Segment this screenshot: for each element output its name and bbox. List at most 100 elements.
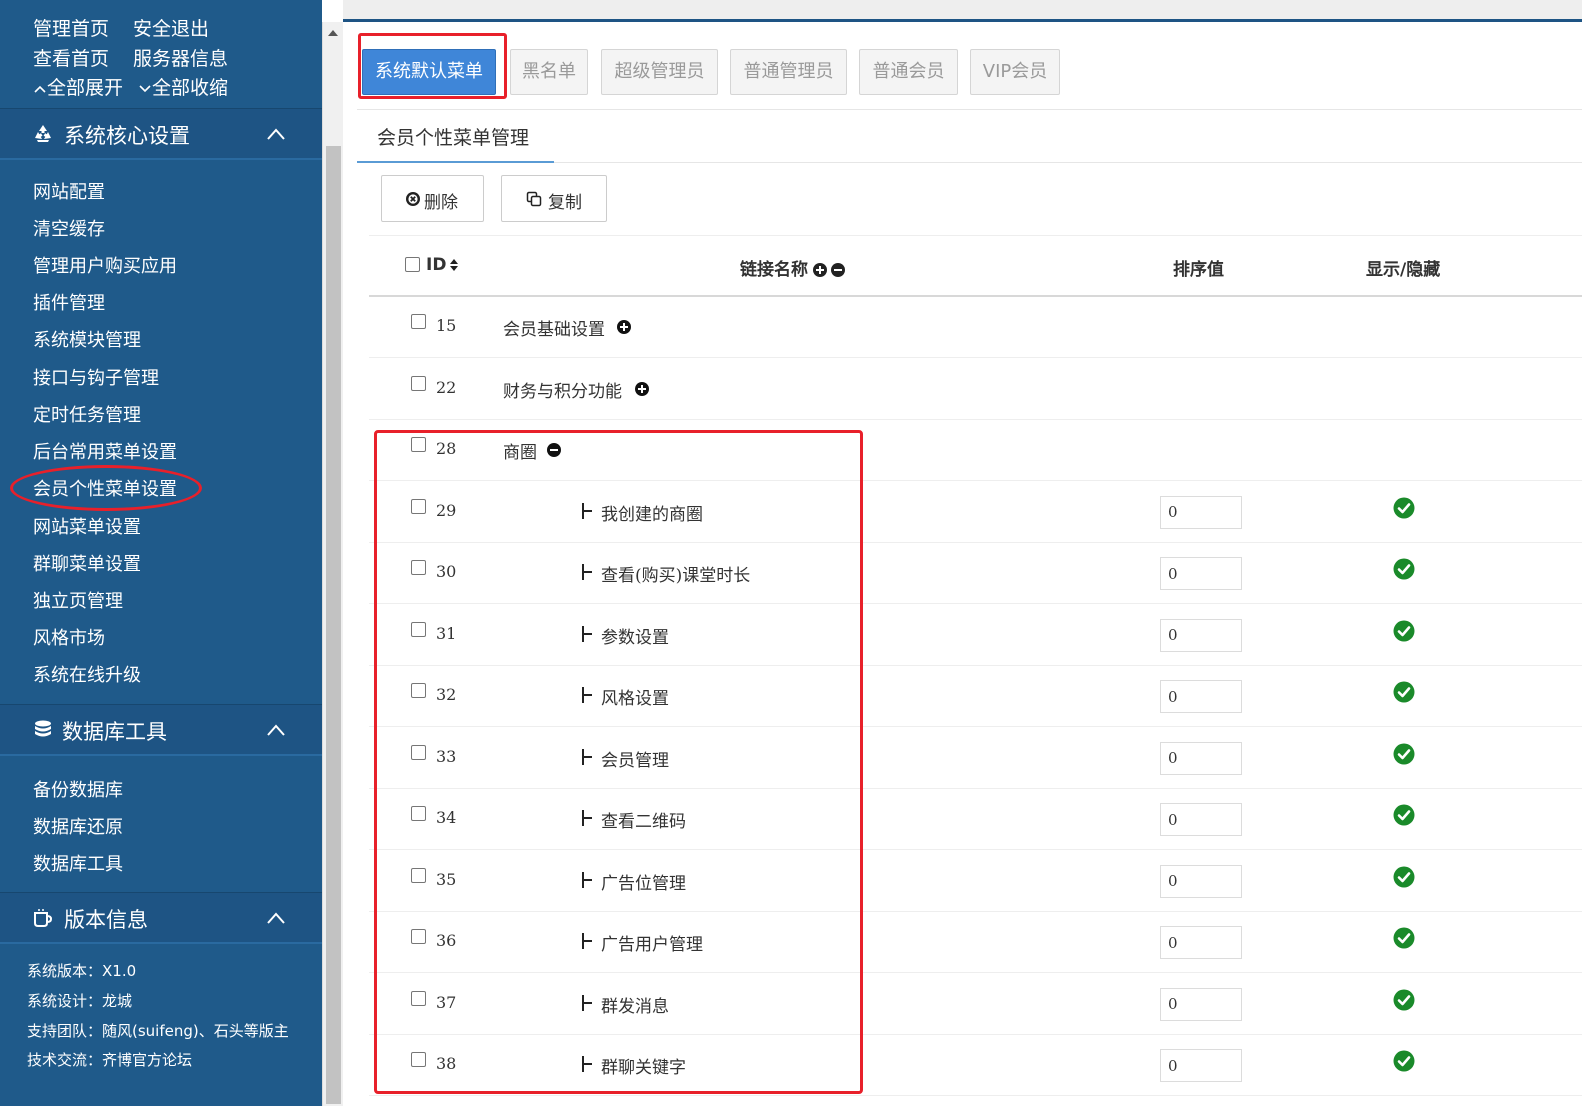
visible-check-icon[interactable] [1393,866,1415,888]
row-link-name: 财务与积分功能 [503,381,622,402]
menu-online-upgrade[interactable]: 系统在线升级 [33,661,141,687]
order-input[interactable] [1160,741,1242,775]
expand-all-link[interactable]: 全部展开 [33,73,123,100]
menu-group-chat-menu[interactable]: 群聊菜单设置 [33,550,141,576]
menu-admin-common-menu[interactable]: 后台常用菜单设置 [33,438,177,464]
app-window: 管理首页 安全退出 查看首页 服务器信息 全部展开 全部收缩 系统核心设置 网站… [0,0,1582,1106]
menu-backup-db[interactable]: 备份数据库 [33,776,123,802]
menu-restore-db[interactable]: 数据库还原 [33,813,123,839]
menu-db-tools[interactable]: 数据库工具 [33,850,123,876]
link-admin-home[interactable]: 管理首页 [33,14,109,41]
database-icon [35,720,51,737]
minus-circle-icon[interactable] [830,262,846,278]
chevron-up-icon[interactable] [266,911,286,925]
column-header-id[interactable]: ID [426,255,459,275]
menu-module-management[interactable]: 系统模块管理 [33,326,141,352]
visible-check-icon[interactable] [1393,558,1415,580]
scroll-thumb[interactable] [326,146,341,1104]
group-annotation [374,430,863,1094]
expand-all-label: 全部展开 [47,77,124,99]
sidebar-top-links: 管理首页 安全退出 查看首页 服务器信息 全部展开 全部收缩 [0,0,322,108]
order-input[interactable] [1160,803,1242,836]
top-strip [343,0,1582,22]
menu-user-purchased-apps[interactable]: 管理用户购买应用 [33,252,177,278]
menu-theme-market[interactable]: 风格市场 [33,624,105,650]
sort-icon[interactable] [449,257,459,273]
copy-button[interactable]: 复制 [501,175,607,222]
link-logout[interactable]: 安全退出 [133,14,209,41]
design-line: 系统设计：龙城 [27,992,133,1010]
table-row: 22 财务与积分功能 [369,359,1582,420]
order-input[interactable] [1160,495,1242,529]
tab-vip-member[interactable]: VIP会员 [970,49,1060,95]
coffee-cup-icon [34,909,53,927]
chevron-up-icon[interactable] [266,723,286,737]
chevron-down-icon [139,84,151,92]
order-input[interactable] [1160,1049,1242,1082]
section-core-settings-header[interactable]: 系统核心设置 [0,108,322,160]
link-server-info[interactable]: 服务器信息 [133,44,228,71]
visible-check-icon[interactable] [1393,804,1415,826]
order-input[interactable] [1160,557,1242,590]
column-header-name: 链接名称 [740,255,846,280]
visible-check-icon[interactable] [1393,497,1415,519]
link-view-home[interactable]: 查看首页 [33,44,109,71]
main-content: 系统默认菜单 黑名单 超级管理员 普通管理员 普通会员 VIP会员 会员个性菜单… [343,25,1582,1106]
collapse-all-label: 全部收缩 [152,77,229,99]
active-tab-annotation [358,33,507,99]
plus-circle-icon[interactable] [616,319,632,335]
scroll-up-arrow-icon[interactable] [328,30,338,36]
section-title: 数据库工具 [62,720,167,744]
order-input[interactable] [1160,618,1242,652]
row-id: 22 [436,377,457,397]
menu-api-hooks[interactable]: 接口与钩子管理 [33,364,159,390]
active-item-annotation [10,465,202,511]
section-database-header[interactable]: 数据库工具 [0,704,322,756]
visible-check-icon[interactable] [1393,743,1415,765]
order-input[interactable] [1160,926,1242,959]
row-checkbox[interactable] [411,314,426,329]
visible-check-icon[interactable] [1393,1050,1415,1072]
column-header-name-label: 链接名称 [740,260,808,280]
tab-normal-member[interactable]: 普通会员 [859,49,958,95]
tab-normal-admin[interactable]: 普通管理员 [730,49,847,95]
recycle-icon [35,125,51,142]
menu-clear-cache[interactable]: 清空缓存 [33,215,105,241]
row-checkbox[interactable] [411,375,426,391]
delete-label: 删除 [424,193,458,213]
plus-circle-icon[interactable] [812,262,828,278]
row-id: 15 [436,316,457,335]
visible-check-icon[interactable] [1393,989,1415,1011]
tab-blacklist[interactable]: 黑名单 [510,49,588,95]
sidebar-scrollbar[interactable] [322,22,343,1106]
divider [357,109,1582,110]
menu-standalone-pages[interactable]: 独立页管理 [33,587,123,613]
order-input[interactable] [1160,987,1242,1021]
version-line: 系统版本：X1.0 [27,962,137,980]
times-circle-icon [406,192,420,206]
row-link-name: 会员基础设置 [503,320,605,340]
order-input[interactable] [1160,680,1242,713]
panel-title-underline [357,161,554,163]
collapse-all-link[interactable]: 全部收缩 [138,73,228,100]
column-header-id-label: ID [426,255,447,275]
menu-plugin-management[interactable]: 插件管理 [33,289,105,315]
menu-site-menu[interactable]: 网站菜单设置 [33,513,141,539]
visible-check-icon[interactable] [1393,620,1415,642]
visible-check-icon[interactable] [1393,681,1415,703]
delete-button[interactable]: 删除 [381,175,484,222]
column-header-order: 排序值 [1173,260,1224,280]
select-all-checkbox[interactable] [405,257,420,272]
tab-super-admin[interactable]: 超级管理员 [601,49,718,95]
order-input[interactable] [1160,864,1242,898]
menu-site-config[interactable]: 网站配置 [33,178,105,204]
divider [554,162,1582,163]
section-title: 版本信息 [64,908,148,932]
forum-line[interactable]: 技术交流：齐博官方论坛 [27,1049,192,1070]
menu-cron-tasks[interactable]: 定时任务管理 [33,401,141,427]
plus-circle-icon[interactable] [634,381,650,397]
section-version-header[interactable]: 版本信息 [0,892,322,944]
copy-label: 复制 [548,193,582,213]
chevron-up-icon[interactable] [266,127,286,141]
visible-check-icon[interactable] [1393,927,1415,949]
